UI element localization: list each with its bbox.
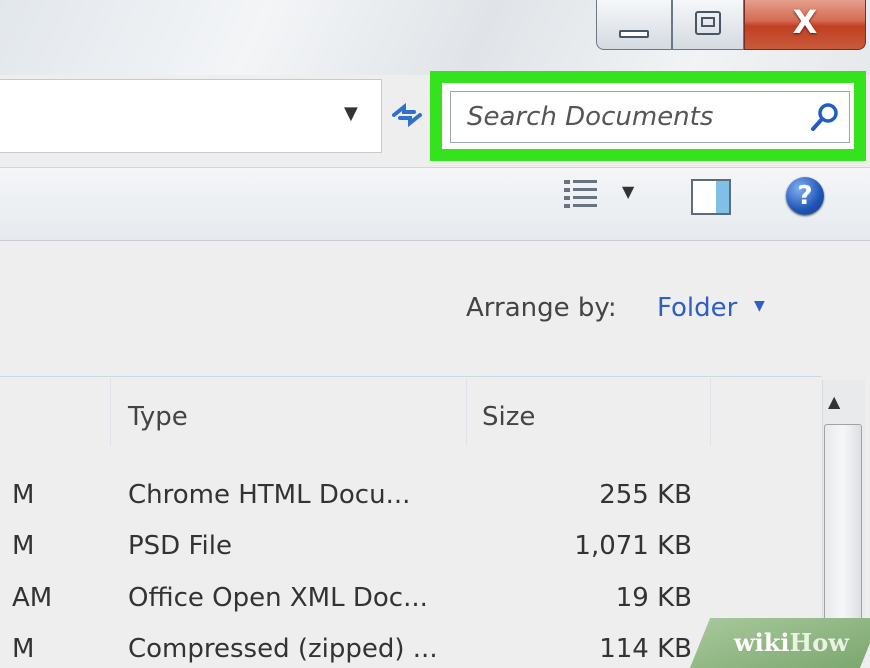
divider <box>0 376 822 377</box>
table-row[interactable]: AM Office Open XML Doc... 19 KB <box>0 579 820 623</box>
search-icon[interactable] <box>808 100 842 134</box>
address-bar[interactable] <box>0 79 382 153</box>
maximize-button[interactable] <box>672 0 744 50</box>
minimize-button[interactable] <box>596 0 672 50</box>
type-cell: Chrome HTML Docu... <box>128 480 411 510</box>
size-cell: 19 KB <box>615 583 692 613</box>
scroll-up-icon[interactable]: ▲ <box>828 392 840 411</box>
chevron-down-icon[interactable]: ▼ <box>754 298 765 314</box>
size-cell: 1,071 KB <box>574 531 692 561</box>
views-dropdown-icon[interactable]: ▼ <box>622 182 634 201</box>
type-cell: Office Open XML Doc... <box>128 583 428 613</box>
column-separator[interactable] <box>710 378 711 446</box>
arrange-by-dropdown[interactable]: Folder <box>657 293 737 323</box>
close-button[interactable]: X <box>744 0 866 50</box>
maximize-icon <box>695 11 721 35</box>
column-header-size[interactable]: Size <box>482 402 535 432</box>
date-cell: AM <box>12 583 53 613</box>
date-cell: M <box>12 480 35 510</box>
column-header-type[interactable]: Type <box>128 402 188 432</box>
minimize-icon <box>619 30 649 38</box>
table-row[interactable]: M Chrome HTML Docu... 255 KB <box>0 476 820 520</box>
refresh-icon[interactable] <box>388 95 426 135</box>
size-cell: 255 KB <box>599 480 692 510</box>
date-cell: M <box>12 531 35 561</box>
watermark-wiki: wiki <box>734 628 790 657</box>
dropdown-arrow-icon[interactable]: ▼ <box>344 103 358 124</box>
close-icon: X <box>792 3 818 41</box>
table-row[interactable]: M PSD File 1,071 KB <box>0 527 820 571</box>
arrange-by-label: Arrange by: <box>466 293 617 323</box>
column-separator[interactable] <box>466 378 467 446</box>
date-cell: M <box>12 634 35 663</box>
column-separator[interactable] <box>110 378 111 446</box>
type-cell: PSD File <box>128 531 232 561</box>
toolbar <box>0 167 870 241</box>
preview-pane-icon[interactable] <box>690 178 734 218</box>
type-cell: Compressed (zipped) ... <box>128 634 438 663</box>
size-cell: 114 KB <box>599 634 692 663</box>
views-icon[interactable] <box>562 176 602 216</box>
watermark-how: How <box>789 628 849 657</box>
search-input[interactable] <box>450 91 850 143</box>
watermark-text: wikiHow <box>734 628 849 657</box>
help-icon[interactable]: ? <box>786 177 824 215</box>
